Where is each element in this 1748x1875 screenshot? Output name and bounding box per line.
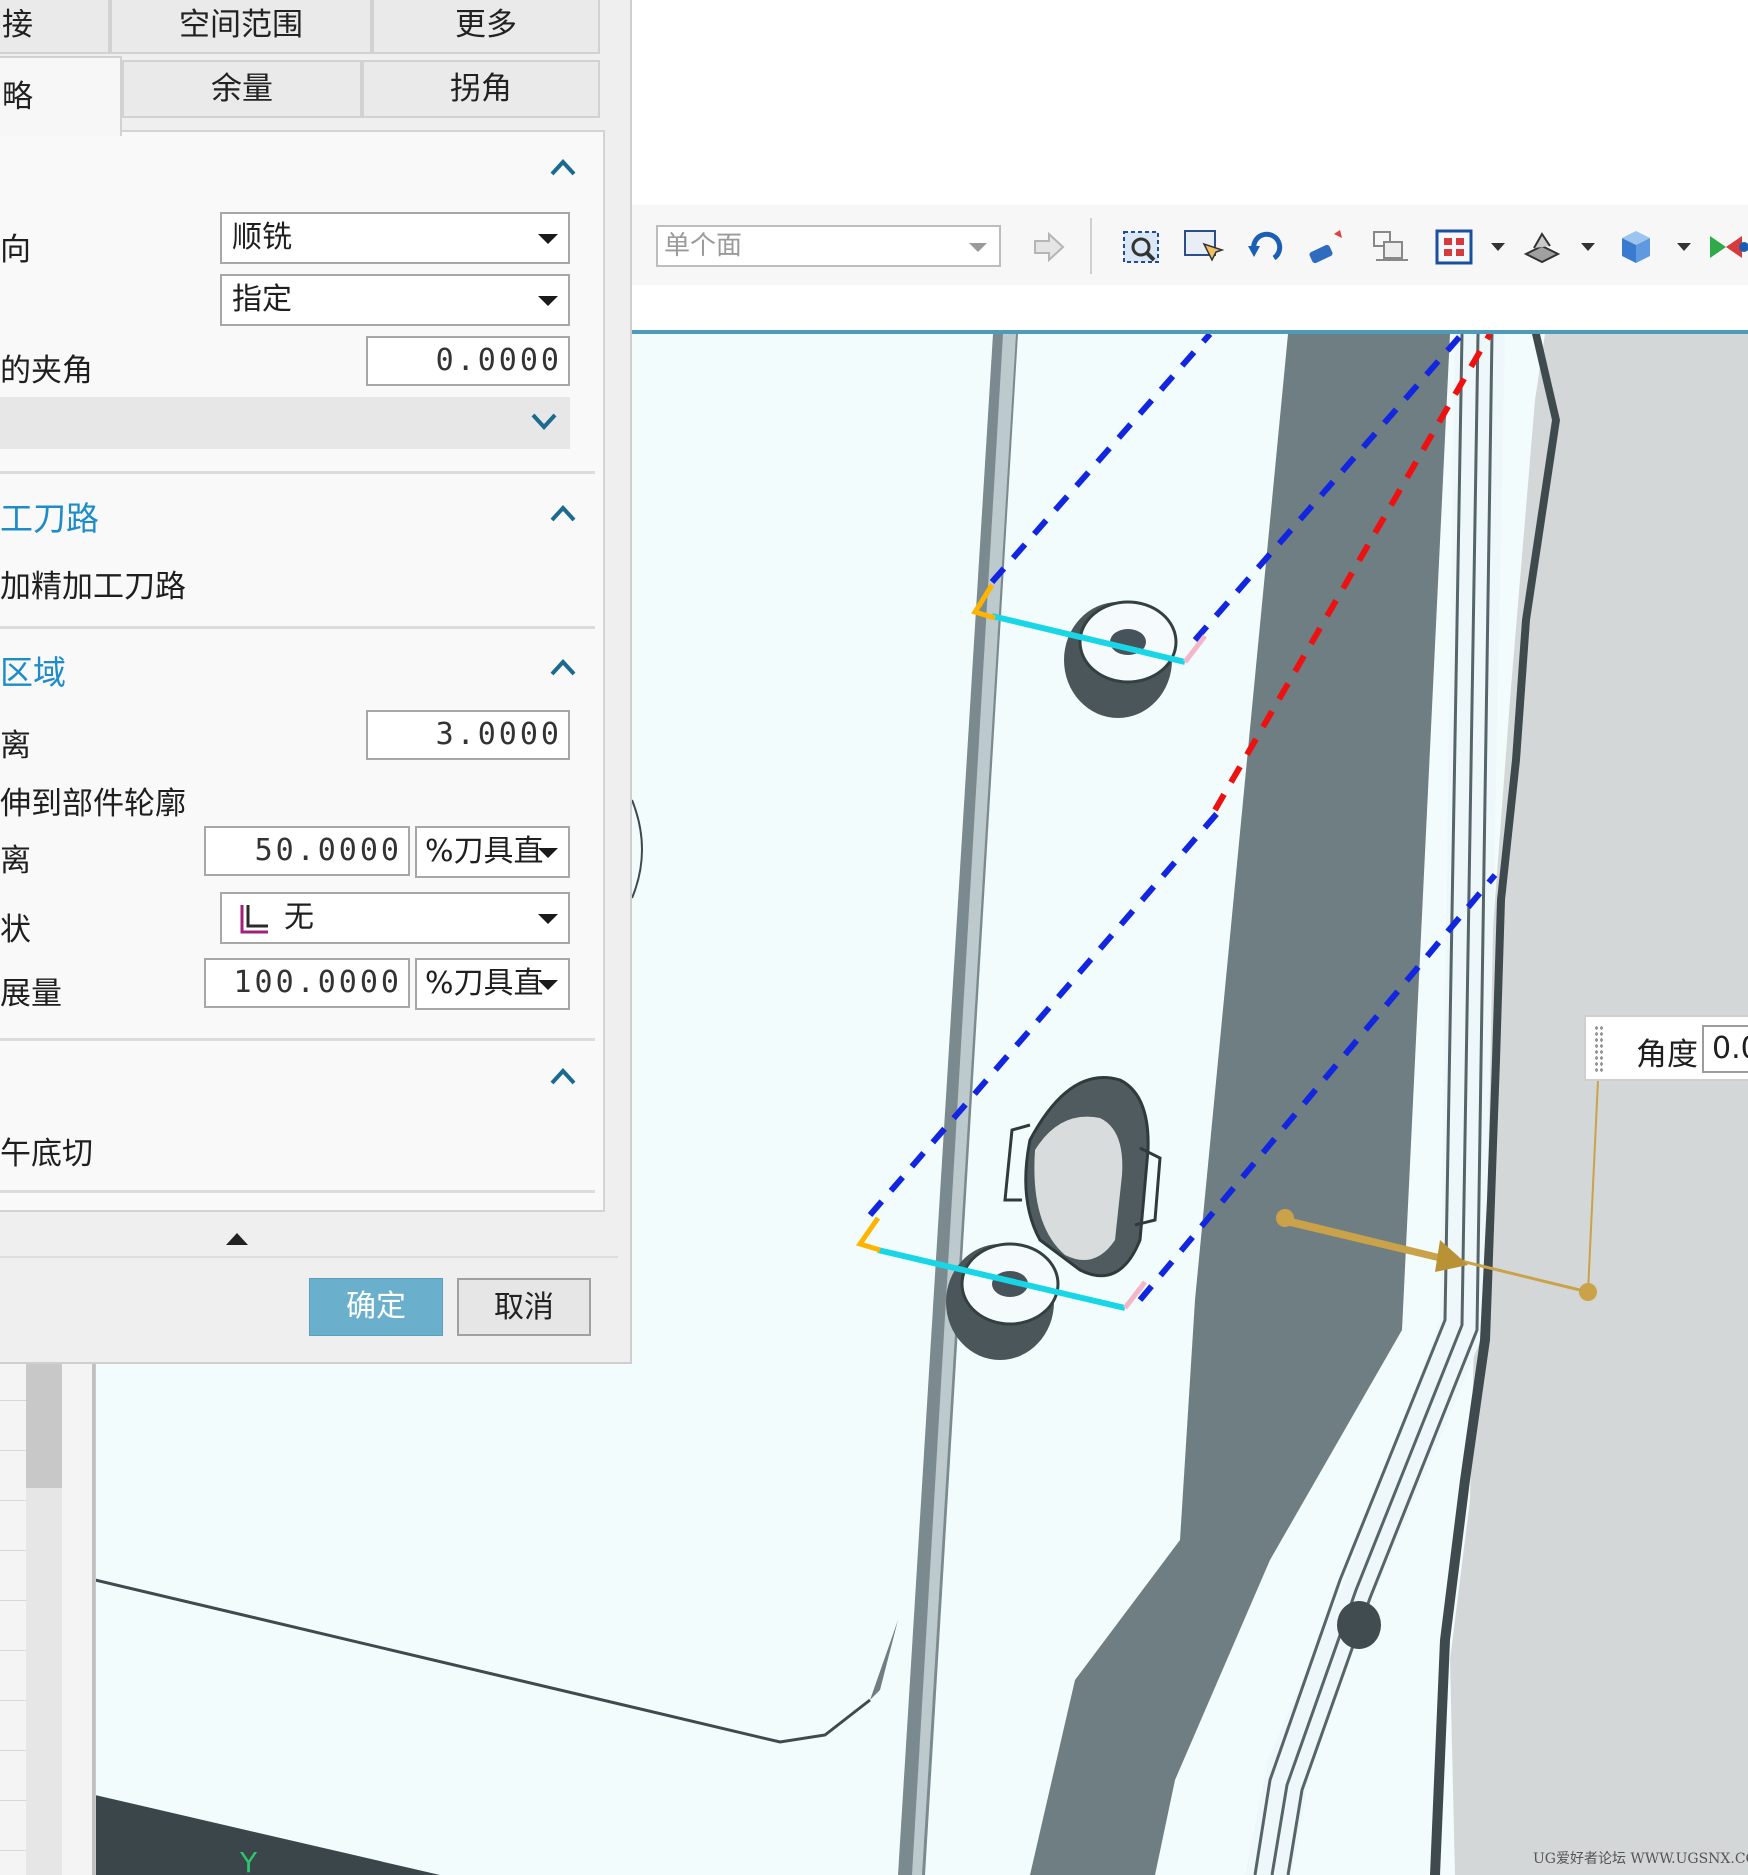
cut-angle-value: 指定: [232, 282, 292, 317]
chevron-down-icon[interactable]: [538, 980, 558, 990]
cut-angle-select[interactable]: 指定: [220, 274, 570, 326]
render-style-icon[interactable]: [1432, 226, 1476, 268]
view-cube-icon[interactable]: [1614, 226, 1658, 268]
graphics-header-gap: [632, 285, 1748, 330]
collapse-chevron-icon[interactable]: [549, 1063, 577, 1091]
zoom-window-icon[interactable]: [1182, 226, 1226, 268]
chevron-down-icon[interactable]: [538, 234, 558, 244]
pan-icon[interactable]: [1306, 226, 1350, 268]
finish-pass-header[interactable]: 工刀路: [0, 492, 99, 540]
section-icon[interactable]: [1520, 226, 1564, 268]
corner-shape-icon: [240, 905, 268, 934]
drag-grip-icon[interactable]: [1594, 1025, 1604, 1073]
chevron-down-icon[interactable]: [538, 848, 558, 858]
selection-filter-value: 单个面: [664, 231, 743, 261]
cancel-button[interactable]: 取消: [457, 1278, 591, 1336]
watermark-text: UG爱好者论坛 WWW.UGSNX.COM: [1533, 1851, 1748, 1867]
tab-spatial-range[interactable]: 空间范围: [110, 0, 372, 54]
extend-to-part-label[interactable]: 伸到部件轮廓: [0, 778, 186, 823]
navigator-scrollbar-thumb[interactable]: [26, 1360, 62, 1488]
distance-label: 离: [0, 728, 31, 764]
tab-stock[interactable]: 余量: [122, 60, 362, 118]
collapse-chevron-icon[interactable]: [549, 654, 577, 682]
chevron-down-icon[interactable]: [1491, 243, 1505, 251]
axis-label: Y: [239, 1846, 258, 1875]
add-finish-pass-label[interactable]: 加精加工刀路: [0, 561, 186, 606]
expand-chevron-icon[interactable]: [530, 407, 558, 435]
snap-icon[interactable]: [1706, 226, 1748, 268]
extension-unit-select[interactable]: %刀具直: [415, 958, 570, 1010]
cut-direction-label: 向: [0, 232, 31, 268]
section-divider: [0, 471, 595, 474]
shape-label: 状: [0, 912, 31, 948]
collapse-chevron-icon[interactable]: [549, 154, 577, 182]
distance2-label: 离: [0, 843, 31, 879]
forward-arrow-icon[interactable]: [1027, 226, 1071, 268]
angle-input[interactable]: 0.0000: [366, 336, 570, 386]
collapse-chevron-icon[interactable]: [549, 500, 577, 528]
tab-more[interactable]: 更多: [372, 0, 600, 54]
cut-direction-select[interactable]: 顺铣: [220, 212, 570, 264]
chevron-down-icon[interactable]: [969, 243, 987, 252]
distance2-unit-select[interactable]: %刀具直: [415, 826, 570, 878]
tab-strategy[interactable]: 略: [0, 56, 122, 136]
extension-unit-value: %刀具直: [425, 966, 544, 1001]
extension-input[interactable]: 100.0000: [204, 958, 410, 1008]
chevron-down-icon[interactable]: [538, 914, 558, 924]
chevron-down-icon[interactable]: [1581, 243, 1595, 251]
through-hole: [1337, 1601, 1381, 1649]
ok-button[interactable]: 确定: [309, 1278, 443, 1336]
angle-label: 的夹角: [0, 353, 93, 389]
chevron-down-icon[interactable]: [538, 296, 558, 306]
toolbar-separator: [1090, 218, 1092, 274]
rotate-icon[interactable]: [1244, 226, 1288, 268]
fit-view-icon[interactable]: [1120, 226, 1164, 268]
dialog-footer-divider: [0, 1256, 618, 1258]
distance-input[interactable]: 3.0000: [366, 710, 570, 760]
section-divider: [0, 626, 595, 629]
angle-tooltip: 角度 0.0: [1584, 1015, 1748, 1081]
handle-origin: [1276, 1209, 1294, 1227]
region-header[interactable]: 区域: [0, 646, 66, 694]
section-divider: [0, 1190, 595, 1193]
section-divider: [0, 1038, 595, 1041]
shape-value: 无: [284, 900, 314, 935]
distance2-input[interactable]: 50.0000: [204, 826, 410, 876]
subgroup-bar[interactable]: [0, 397, 570, 449]
selection-filter-combo[interactable]: 单个面: [656, 225, 1001, 267]
navigator-divider[interactable]: [92, 1360, 95, 1875]
cut-direction-value: 顺铣: [232, 220, 292, 255]
shape-select[interactable]: 无: [220, 892, 570, 944]
angle-tooltip-label: 角度: [1636, 1037, 1698, 1073]
chevron-down-icon[interactable]: [1677, 243, 1691, 251]
tab-corners[interactable]: 拐角: [362, 60, 600, 118]
allow-undercut-label[interactable]: 午底切: [0, 1128, 93, 1173]
angle-tooltip-input[interactable]: 0.0: [1702, 1025, 1748, 1073]
collapse-dialog-icon[interactable]: [226, 1233, 248, 1245]
layer-icon[interactable]: [1368, 226, 1412, 268]
tab-connect[interactable]: 接: [0, 0, 110, 54]
distance2-unit-value: %刀具直: [425, 834, 544, 869]
extension-label: 展量: [0, 976, 62, 1012]
graphics-border: [632, 330, 1748, 334]
cutting-parameters-dialog: 接 空间范围 更多 略 余量 拐角 向 顺铣 指定 的夹角 0.0000 工刀路…: [0, 0, 632, 1364]
